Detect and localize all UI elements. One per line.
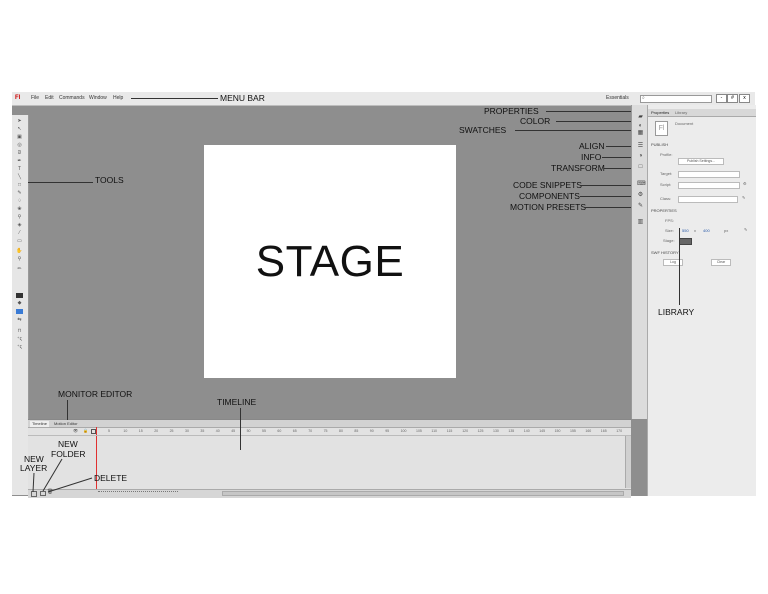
callout-lines-overlay (32, 458, 93, 493)
delete-callout-line (47, 477, 93, 493)
new-layer-callout-line (32, 472, 35, 493)
new-folder-callout-line (42, 458, 63, 492)
